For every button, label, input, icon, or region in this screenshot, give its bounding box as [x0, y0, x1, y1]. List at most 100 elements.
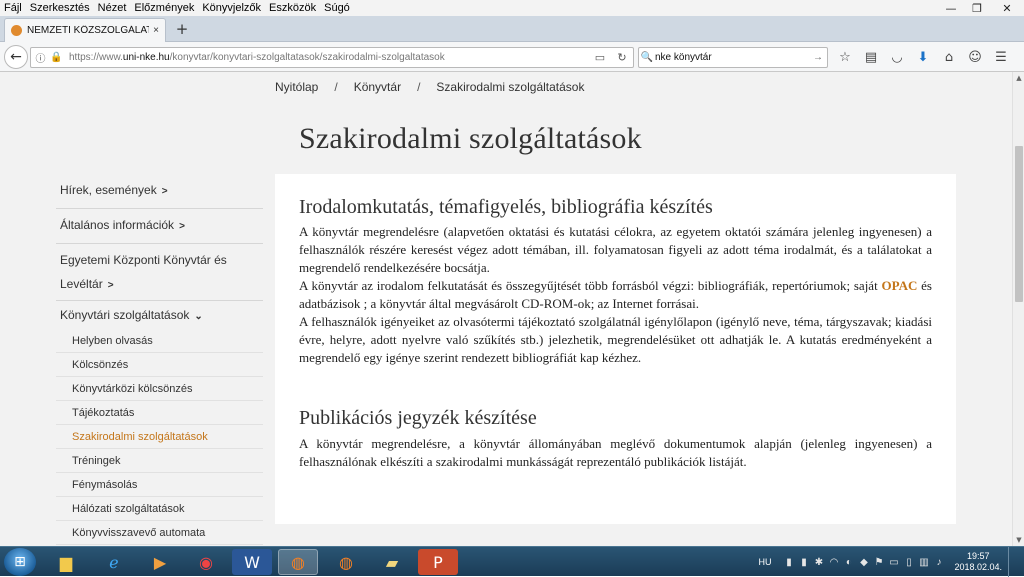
chevron-right-icon: >	[107, 280, 114, 291]
window-controls: — ❐ ✕	[938, 0, 1024, 16]
flag-icon[interactable]: ⚑	[871, 557, 886, 568]
search-icon: 🔍	[640, 52, 654, 63]
sidebar-subitem-reading-room[interactable]: Helyben olvasás	[56, 329, 263, 353]
search-bar[interactable]: 🔍 nke könyvtár →	[638, 47, 828, 68]
menu-edit[interactable]: Szerkesztés	[26, 0, 94, 16]
system-tray: HU ▮ ▮ ✱ ◠ ◐ ◆ ⚑ ▭ ▯ ▥ ♪ 19:57 2018.02.0…	[758, 547, 1018, 577]
new-tab-button[interactable]: +	[173, 20, 191, 38]
sidebar-subitem-interlibrary-loan[interactable]: Könyvtárközi kölcsönzés	[56, 377, 263, 401]
menu-bar: Fájl Szerkesztés Nézet Előzmények Könyvj…	[0, 0, 1024, 16]
menu-file[interactable]: Fájl	[0, 0, 26, 16]
sidebar-item-general-info[interactable]: Általános információk >	[56, 209, 263, 244]
breadcrumb-current: Szakirodalmi szolgáltatások	[436, 80, 585, 94]
sidebar-subitem-lending[interactable]: Kölcsönzés	[56, 353, 263, 377]
scroll-down-icon[interactable]: ▼	[1013, 534, 1024, 546]
sidebar-item-label: Könyvtári szolgáltatások	[60, 308, 190, 322]
vertical-scrollbar[interactable]: ▲ ▼	[1012, 72, 1024, 546]
hamburger-menu-icon[interactable]: ☰	[988, 50, 1014, 65]
media-player-icon[interactable]: ▶	[140, 549, 180, 575]
file-explorer-icon[interactable]: ▆	[46, 549, 86, 575]
lock-icon: 🔒	[50, 52, 63, 63]
section-heading-literature-research: Irodalomkutatás, témafigyelés, bibliográ…	[299, 196, 713, 218]
internet-explorer-icon[interactable]: ℯ	[94, 549, 134, 575]
web-page: Nyitólap / Könyvtár / Szakirodalmi szolg…	[0, 72, 1012, 546]
bluetooth-icon[interactable]: ✱	[811, 557, 826, 568]
volume-icon[interactable]: ♪	[931, 557, 946, 568]
sidebar-item-library-archive[interactable]: Egyetemi Központi Könyvtár és Levéltár >	[56, 244, 263, 301]
sidebar-item-label: Hírek, események	[60, 183, 157, 197]
close-window-button[interactable]: ✕	[990, 0, 1024, 16]
clock-time: 19:57	[966, 551, 990, 561]
page-title: Szakirodalmi szolgáltatások	[299, 122, 642, 155]
reload-icon[interactable]: ↻	[611, 51, 633, 64]
breadcrumb-home[interactable]: Nyitólap	[275, 80, 318, 94]
menu-view[interactable]: Nézet	[94, 0, 131, 16]
sidebar-subitem-information[interactable]: Tájékoztatás	[56, 401, 263, 425]
section-paragraph: A könyvtár az irodalom felkutatását és ö…	[299, 278, 932, 311]
wifi-icon[interactable]: ◠	[826, 557, 841, 568]
scrollbar-thumb[interactable]	[1015, 146, 1023, 302]
sidebar-item-label: Egyetemi Központi Könyvtár és	[60, 253, 227, 267]
menu-bookmarks[interactable]: Könyvjelzők	[198, 0, 265, 16]
menu-tools[interactable]: Eszközök	[265, 0, 320, 16]
content-card: Irodalomkutatás, témafigyelés, bibliográ…	[275, 174, 956, 524]
breadcrumb: Nyitólap / Könyvtár / Szakirodalmi szolg…	[275, 80, 584, 94]
firefox-icon[interactable]: ◍	[278, 549, 318, 575]
menu-history[interactable]: Előzmények	[130, 0, 198, 16]
tray-app-icon[interactable]: ▮	[781, 557, 796, 568]
url-text[interactable]: https://www.uni-nke.hu/konyvtar/konyvtar…	[69, 52, 589, 63]
chevron-right-icon: >	[179, 221, 185, 232]
minimize-button[interactable]: —	[938, 0, 964, 16]
sidebar-subitem-network-services[interactable]: Hálózati szolgáltatások	[56, 497, 263, 521]
section-heading-publication-list: Publikációs jegyzék készítése	[299, 407, 537, 429]
clock[interactable]: 19:57 2018.02.04.	[954, 551, 1002, 573]
back-button[interactable]: ←	[4, 45, 28, 69]
breadcrumb-library[interactable]: Könyvtár	[354, 80, 401, 94]
tray-app-icon[interactable]: ◆	[856, 557, 871, 568]
reader-view-icon[interactable]: ▭	[589, 51, 611, 64]
sidebar-subitem-book-return[interactable]: Könyvvisszavevő automata	[56, 521, 263, 545]
chrome-icon[interactable]: ◉	[186, 549, 226, 575]
sidebar-item-news[interactable]: Hírek, események >	[56, 176, 263, 209]
info-icon[interactable]: ⓘ	[34, 50, 47, 65]
start-button[interactable]: ⊞	[4, 548, 36, 576]
menu-help[interactable]: Súgó	[320, 0, 354, 16]
show-desktop-button[interactable]	[1008, 547, 1018, 577]
tray-app-icon[interactable]: ▮	[796, 557, 811, 568]
search-input[interactable]: nke könyvtár	[655, 52, 813, 63]
battery-icon[interactable]: ▯	[901, 557, 916, 568]
section-paragraph: A könyvtár megrendelésre (alapvetően okt…	[299, 224, 932, 275]
opac-link[interactable]: OPAC	[881, 278, 917, 293]
sidebar-subitem-literature-services[interactable]: Szakirodalmi szolgáltatások	[56, 425, 263, 449]
pocket-icon[interactable]: ◡	[884, 50, 910, 65]
chevron-right-icon: >	[161, 186, 168, 197]
clock-date: 2018.02.04.	[954, 562, 1002, 572]
sidebar: Hírek, események > Általános információk >…	[56, 176, 263, 545]
breadcrumb-separator: /	[417, 80, 421, 94]
sidebar-item-library-services[interactable]: Könyvtári szolgáltatások ⌄	[56, 301, 263, 329]
url-bar[interactable]: ⓘ 🔒 https://www.uni-nke.hu/konyvtar/kony…	[30, 47, 634, 68]
language-indicator[interactable]: HU	[758, 557, 771, 567]
sidebar-subitem-trainings[interactable]: Tréningek	[56, 449, 263, 473]
folder-icon[interactable]: ▰	[372, 549, 412, 575]
download-icon[interactable]: ⬇	[910, 50, 936, 65]
powerpoint-icon[interactable]: P	[418, 549, 458, 575]
close-tab-icon[interactable]: ×	[153, 25, 159, 36]
tab-title: NEMZETI KÖZSZOLGÁLATI...	[27, 25, 149, 36]
chat-icon[interactable]: ☺	[962, 50, 988, 65]
chevron-down-icon: ⌄	[194, 311, 203, 322]
sidebar-subitem-photocopying[interactable]: Fénymásolás	[56, 473, 263, 497]
home-icon[interactable]: ⌂	[936, 50, 962, 65]
library-icon[interactable]: ▤	[858, 50, 884, 65]
tray-app-icon[interactable]: ◐	[841, 557, 856, 568]
bookmark-star-icon[interactable]: ☆	[832, 50, 858, 65]
scroll-up-icon[interactable]: ▲	[1013, 72, 1024, 84]
display-icon[interactable]: ▭	[886, 557, 901, 568]
maximize-button[interactable]: ❐	[964, 0, 990, 16]
browser-tab[interactable]: NEMZETI KÖZSZOLGÁLATI... ×	[4, 18, 166, 42]
firefox-icon[interactable]: ◍	[326, 549, 366, 575]
search-go-icon[interactable]: →	[813, 52, 827, 63]
word-icon[interactable]: W	[232, 549, 272, 575]
network-icon[interactable]: ▥	[916, 557, 931, 568]
breadcrumb-separator: /	[334, 80, 338, 94]
